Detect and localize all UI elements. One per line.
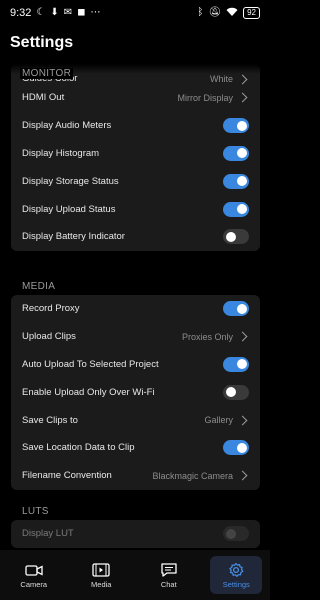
chevron-right-icon <box>237 415 248 426</box>
status-bar: 9:32 ☾ ⬇ ✉ ◼ ⋯ ᛒ 🔕︎ 92 <box>0 0 270 26</box>
battery-icon: 92 <box>243 7 260 19</box>
status-left: 9:32 ☾ ⬇ ✉ ◼ ⋯ <box>10 7 100 19</box>
row-auto-upload: Auto Upload To Selected Project <box>11 351 260 379</box>
row-display-storage-status: Display Storage Status <box>11 167 260 195</box>
download-icon: ⬇ <box>50 7 59 18</box>
row-label: Display Battery Indicator <box>22 231 125 243</box>
status-right: ᛒ 🔕︎ 92 <box>197 7 260 20</box>
row-hdmi-out[interactable]: HDMI Out Mirror Display <box>11 84 260 112</box>
section-label-media: MEDIA <box>22 281 56 292</box>
chevron-right-icon <box>237 74 248 84</box>
row-save-location: Save Location Data to Clip <box>11 434 260 462</box>
nav-settings[interactable]: Settings <box>210 556 263 594</box>
chevron-right-icon <box>237 92 248 103</box>
row-display-upload-status: Display Upload Status <box>11 195 260 223</box>
nav-media[interactable]: Media <box>75 556 127 594</box>
row-save-clips[interactable]: Save Clips to Gallery <box>11 406 260 434</box>
wifi-only-toggle[interactable] <box>223 384 249 400</box>
row-value: Gallery <box>204 415 233 426</box>
luts-card: Display LUT <box>11 520 260 548</box>
row-upload-clips[interactable]: Upload Clips Proxies Only <box>11 323 260 351</box>
row-filename-convention[interactable]: Filename Convention Blackmagic Camera <box>11 462 260 490</box>
row-record-proxy: Record Proxy <box>11 295 260 323</box>
row-value: Mirror Display <box>177 92 233 103</box>
moon-icon: ☾ <box>36 7 46 18</box>
chevron-right-icon <box>237 331 248 342</box>
row-label: Filename Convention <box>22 470 112 482</box>
storage-status-toggle[interactable] <box>223 173 249 189</box>
row-label: Save Clips to <box>22 414 78 426</box>
row-display-battery-indicator: Display Battery Indicator <box>11 223 260 251</box>
audio-meters-toggle[interactable] <box>223 118 249 134</box>
gear-icon <box>229 562 244 577</box>
row-value: White <box>209 74 233 84</box>
display-lut-toggle[interactable] <box>223 526 249 542</box>
film-icon <box>92 562 110 577</box>
row-label: Display LUT <box>22 528 74 540</box>
nav-label: Camera <box>20 579 48 589</box>
page-title: Settings <box>10 34 74 51</box>
bluetooth-icon: ᛒ <box>197 7 204 18</box>
nav-chat[interactable]: Chat <box>143 556 195 594</box>
media-card: Record Proxy Upload Clips Proxies Only A… <box>11 295 260 490</box>
mail-icon: ✉ <box>63 7 73 18</box>
notification-icon: ◼ <box>77 7 86 18</box>
chevron-right-icon <box>237 470 248 481</box>
row-display-audio-meters: Display Audio Meters <box>11 112 260 140</box>
wifi-icon <box>226 7 238 20</box>
bottom-nav: Camera Media Chat Settings <box>0 550 270 600</box>
more-icon: ⋯ <box>90 7 101 18</box>
row-label: HDMI Out <box>22 92 65 104</box>
monitor-card: Guides Color White HDMI Out Mirror Displ… <box>11 64 260 251</box>
row-label: Display Storage Status <box>22 175 119 187</box>
mute-icon: 🔕︎ <box>208 7 222 18</box>
settings-scroll-area[interactable]: MONITOR Guides Color White HDMI Out Mirr… <box>0 64 270 550</box>
row-label: Record Proxy <box>22 303 80 315</box>
row-label: Display Upload Status <box>22 203 116 215</box>
row-label: Enable Upload Only Over Wi-Fi <box>22 386 155 398</box>
row-label: Auto Upload To Selected Project <box>22 358 159 370</box>
nav-camera[interactable]: Camera <box>8 556 60 594</box>
section-label-luts: LUTS <box>22 506 49 517</box>
row-label: Upload Clips <box>22 331 76 343</box>
row-wifi-only: Enable Upload Only Over Wi-Fi <box>11 378 260 406</box>
row-label: Display Histogram <box>22 147 100 159</box>
row-display-histogram: Display Histogram <box>11 140 260 168</box>
camera-icon <box>25 564 43 576</box>
row-value: Blackmagic Camera <box>152 470 233 481</box>
histogram-toggle[interactable] <box>223 145 249 161</box>
battery-indicator-toggle[interactable] <box>223 229 249 245</box>
row-display-lut: Display LUT <box>11 520 260 548</box>
auto-upload-toggle[interactable] <box>223 356 249 372</box>
chat-icon <box>161 562 177 577</box>
record-proxy-toggle[interactable] <box>223 301 249 317</box>
row-label: Display Audio Meters <box>22 120 112 132</box>
nav-label: Chat <box>160 579 177 589</box>
section-label-monitor-overlay: MONITOR <box>20 68 74 79</box>
row-label: Save Location Data to Clip <box>22 442 135 454</box>
save-location-toggle[interactable] <box>223 440 249 456</box>
nav-label: Settings <box>222 579 250 589</box>
status-time: 9:32 <box>10 7 32 19</box>
nav-label: Media <box>91 579 112 589</box>
row-value: Proxies Only <box>181 331 233 342</box>
upload-status-toggle[interactable] <box>223 201 249 217</box>
